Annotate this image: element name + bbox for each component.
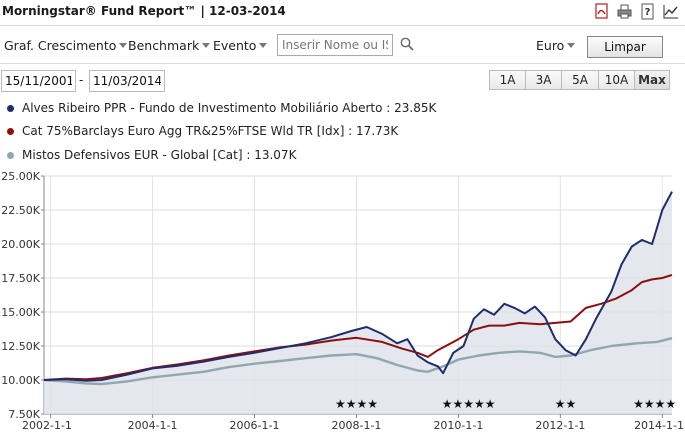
print-icon[interactable] (616, 3, 633, 20)
legend-label: Cat 75%Barclays Euro Agg TR&25%FTSE Wld … (22, 124, 399, 138)
date-separator: - (79, 73, 84, 87)
range-5a-button[interactable]: 5A (562, 70, 599, 90)
growth-chart[interactable]: 7.50K10.00K12.50K15.00K17.50K20.00K22.50… (0, 168, 685, 433)
x-tick-label: 2002-1-1 (22, 419, 72, 432)
title-bar: Morningstar® Fund Report™ | 12-03-2014 ? (0, 0, 685, 26)
help-icon[interactable]: ? (639, 3, 656, 20)
event-menu[interactable]: Evento (213, 38, 268, 53)
star-rating: ★★★★ (633, 397, 676, 411)
legend-dot (7, 152, 14, 159)
star-rating: ★★★★ (335, 397, 378, 411)
x-tick-label: 2006-1-1 (230, 419, 280, 432)
range-3a-button[interactable]: 3A (526, 70, 562, 90)
chart-icon[interactable] (662, 3, 679, 20)
y-tick-label: 17.50K (1, 272, 40, 285)
range-max-button[interactable]: Max (635, 70, 670, 90)
x-tick-label: 2008-1-1 (332, 419, 382, 432)
y-tick-label: 10.00K (1, 374, 40, 387)
benchmark-menu[interactable]: Benchmark (128, 38, 211, 53)
search-icon[interactable] (400, 37, 414, 51)
chevron-down-icon (202, 43, 211, 48)
start-date-input[interactable] (1, 70, 76, 92)
range-10a-button[interactable]: 10A (599, 70, 635, 90)
legend-label: Mistos Defensivos EUR - Global [Cat] : 1… (22, 148, 297, 162)
legend-dot (7, 128, 14, 135)
event-menu-label: Evento (213, 38, 257, 53)
search-input[interactable] (277, 34, 393, 56)
y-tick-label: 12.50K (1, 340, 40, 353)
svg-text:?: ? (645, 7, 651, 18)
y-tick-label: 15.00K (1, 306, 40, 319)
star-rating: ★★ (555, 397, 577, 411)
star-rating: ★★★★★ (442, 397, 496, 411)
y-tick-label: 20.00K (1, 238, 40, 251)
range-selector: 1A 3A 5A 10A Max (489, 70, 670, 90)
pdf-icon[interactable] (593, 3, 610, 20)
clear-button[interactable]: Limpar (587, 36, 663, 58)
x-tick-label: 2004-1-1 (128, 419, 178, 432)
growth-chart-menu-label: Graf. Crescimento (4, 38, 117, 53)
x-tick-label: 2010-1-1 (433, 419, 483, 432)
chevron-down-icon (259, 43, 268, 48)
toolbar: Graf. Crescimento Benchmark Evento Euro … (0, 27, 685, 63)
currency-select[interactable]: Euro (536, 38, 576, 53)
x-tick-label: 2014-1-1 (634, 419, 684, 432)
chevron-down-icon (119, 43, 128, 48)
end-date-input[interactable] (89, 70, 165, 92)
legend-dot (7, 105, 14, 112)
legend-label: Alves Ribeiro PPR - Fundo de Investiment… (22, 101, 437, 115)
divider (0, 63, 685, 64)
benchmark-menu-label: Benchmark (128, 38, 200, 53)
chevron-down-icon (567, 43, 576, 48)
report-tools: ? (593, 3, 679, 20)
range-1a-button[interactable]: 1A (489, 70, 526, 90)
y-tick-label: 25.00K (1, 170, 40, 183)
currency-label: Euro (536, 38, 565, 53)
report-title: Morningstar® Fund Report™ | 12-03-2014 (2, 4, 286, 18)
x-tick-label: 2012-1-1 (535, 419, 585, 432)
growth-chart-menu[interactable]: Graf. Crescimento (4, 38, 128, 53)
y-tick-label: 22.50K (1, 204, 40, 217)
